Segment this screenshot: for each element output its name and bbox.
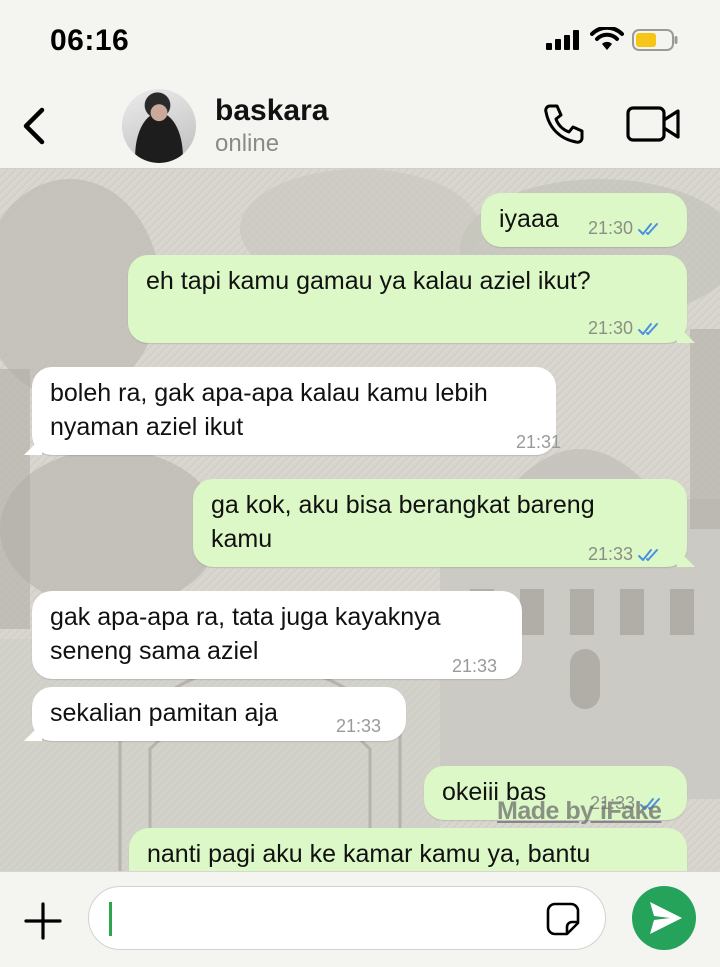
- message-line: nyaman aziel ikut: [50, 413, 244, 441]
- incoming-message[interactable]: boleh ra, gak apa-apa kalau kamu lebih ny…: [32, 367, 561, 455]
- watermark-text: Made by iFake: [497, 797, 662, 825]
- message-meta: 21:33: [336, 709, 381, 743]
- sticker-icon[interactable]: [545, 901, 581, 937]
- message-timestamp: 21:33: [336, 716, 382, 736]
- send-button[interactable]: [632, 886, 696, 950]
- message-line: ga kok, aku bisa berangkat bareng: [211, 491, 595, 519]
- plus-icon[interactable]: [22, 900, 64, 942]
- message-text: gak apa-apa ra, tata juga kayaknya seneng…: [50, 600, 441, 668]
- message-meta: 21:33: [452, 649, 497, 683]
- incoming-message[interactable]: sekalian pamitan aja 21:33: [32, 687, 406, 741]
- avatar[interactable]: [122, 89, 196, 163]
- message-text: nanti pagi aku ke kamar kamu ya, bantu: [147, 837, 590, 871]
- message-timestamp: 21:31: [516, 432, 562, 452]
- message-meta: 21:31: [516, 425, 561, 459]
- message-timestamp: 21:33: [452, 656, 498, 676]
- message-text: ga kok, aku bisa berangkat bareng kamu: [211, 488, 595, 556]
- message-timestamp: 21:33: [588, 544, 634, 564]
- outgoing-message[interactable]: nanti pagi aku ke kamar kamu ya, bantu: [129, 828, 687, 871]
- send-icon: [650, 902, 682, 934]
- message-line: iyaaa: [499, 205, 559, 233]
- text-cursor: [109, 902, 112, 936]
- message-line: nanti pagi aku ke kamar kamu ya, bantu: [147, 840, 591, 868]
- video-camera-icon[interactable]: [626, 104, 682, 144]
- message-timestamp: 21:30: [588, 218, 634, 238]
- message-line: kamu: [211, 525, 273, 553]
- message-text: sekalian pamitan aja: [50, 696, 278, 730]
- message-text: eh tapi kamu gamau ya kalau aziel ikut?: [146, 264, 591, 298]
- message-text: boleh ra, gak apa-apa kalau kamu lebih ny…: [50, 376, 488, 444]
- wifi-icon: [590, 27, 624, 50]
- status-time: 06:16: [50, 24, 130, 57]
- chat-header: baskara online: [0, 84, 720, 169]
- message-line: boleh ra, gak apa-apa kalau kamu lebih: [50, 379, 488, 407]
- incoming-message[interactable]: gak apa-apa ra, tata juga kayaknya seneng…: [32, 591, 522, 679]
- double-check-icon: [638, 323, 659, 336]
- contact-name[interactable]: baskara: [215, 94, 328, 128]
- chat-area[interactable]: iyaaa 21:30 eh tapi kamu gamau ya kalau az…: [0, 169, 720, 871]
- message-line: seneng sama aziel: [50, 637, 259, 665]
- message-line: eh tapi kamu gamau ya kalau aziel ikut?: [146, 267, 591, 295]
- status-bar: 06:16: [0, 0, 720, 84]
- cellular-signal-icon: [546, 30, 580, 50]
- phone-icon[interactable]: [540, 100, 588, 148]
- double-check-icon: [638, 223, 659, 236]
- message-line: gak apa-apa ra, tata juga kayaknya: [50, 603, 441, 631]
- message-text: iyaaa: [499, 202, 559, 236]
- message-timestamp: 21:30: [588, 318, 634, 338]
- outgoing-message[interactable]: ga kok, aku bisa berangkat bareng kamu 21:…: [193, 479, 687, 567]
- outgoing-message[interactable]: eh tapi kamu gamau ya kalau aziel ikut? 2…: [128, 255, 687, 343]
- back-chevron-icon[interactable]: [16, 102, 52, 150]
- outgoing-message[interactable]: iyaaa 21:30: [481, 193, 687, 247]
- message-meta: 21:30: [588, 311, 665, 345]
- message-meta: 21:30: [588, 211, 665, 245]
- message-meta: 21:33: [588, 537, 665, 571]
- message-line: sekalian pamitan aja: [50, 699, 278, 727]
- contact-status: online: [215, 130, 280, 157]
- battery-icon: [632, 29, 678, 51]
- input-bar: [0, 871, 720, 967]
- double-check-icon: [638, 549, 659, 562]
- message-input[interactable]: [88, 886, 606, 950]
